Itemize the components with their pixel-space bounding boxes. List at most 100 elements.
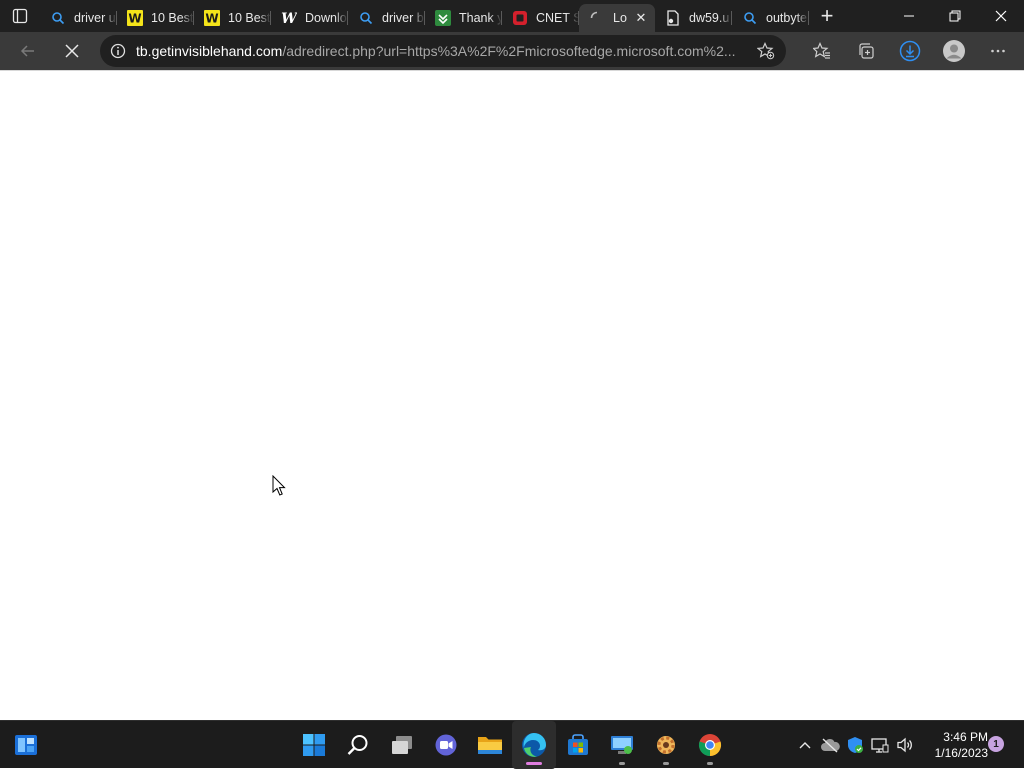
page-content [0,70,1024,720]
tab-title: 10 Best [228,11,271,25]
w-logo-yellow-icon: W [127,10,143,26]
arrow-left-icon [20,45,34,57]
edge-button[interactable] [512,721,556,769]
green-download-icon [435,10,451,26]
profile-button[interactable] [932,35,976,67]
avatar [943,40,965,62]
start-button[interactable] [292,721,336,769]
tab-driver-b[interactable]: driver b [348,4,425,32]
address-bar[interactable]: tb.getinvisiblehand.com/adredirect.php?u… [100,35,786,67]
w-logo-yellow-icon: W [204,10,220,26]
shield-check-icon [847,737,863,753]
running-indicator [526,762,542,765]
task-view-button[interactable] [380,721,424,769]
window-controls [886,0,1024,32]
tab-title: Thank y [459,11,502,25]
tab-title: dw59.u [689,11,730,25]
defender-tray-icon[interactable] [842,721,867,769]
running-indicator [619,762,625,765]
search-icon [742,10,758,26]
tab-outbyte[interactable]: outbyte [732,4,809,32]
loading-spinner-icon [589,10,605,26]
search-button[interactable] [336,721,380,769]
network-tray-icon[interactable] [867,721,892,769]
onedrive-tray-icon[interactable] [817,721,842,769]
tab-title: outbyte [766,11,808,25]
restore-icon [949,10,961,22]
taskbar-apps [292,721,732,769]
windows-logo-icon [303,734,325,756]
star-add-icon [757,42,775,60]
running-indicator [663,762,669,765]
back-button[interactable] [10,35,46,67]
clock-time: 3:46 PM [943,730,988,744]
search-icon [347,735,368,755]
running-indicator [707,762,713,765]
remote-app-button[interactable] [600,721,644,769]
tab-title: driver u [74,11,116,25]
chevron-up-icon [799,742,810,749]
tab-cnet[interactable]: CNET S [502,4,579,32]
stop-icon [65,44,79,58]
tab-actions-icon [12,8,28,24]
chrome-button[interactable] [688,721,732,769]
restore-button[interactable] [932,0,978,32]
clock[interactable]: 3:46 PM 1/16/2023 [922,729,988,761]
toolbar-right [800,35,1020,67]
widgets-icon [15,735,37,755]
store-button[interactable] [556,721,600,769]
clock-date: 1/16/2023 [934,746,988,760]
minimize-button[interactable] [886,0,932,32]
close-icon [995,10,1007,22]
notification-badge[interactable]: 1 [988,736,1004,752]
gear-icon [657,736,675,754]
url-path: /adredirect.php?url=https%3A%2F%2Fmicros… [282,43,736,59]
more-horizontal-icon [991,49,1005,53]
tab-10-best-2[interactable]: W 10 Best [194,4,271,32]
mouse-cursor-icon [272,475,286,496]
favorites-button[interactable] [800,35,844,67]
collections-icon [859,43,874,59]
teams-chat-button[interactable] [424,721,468,769]
settings-app-button[interactable] [644,721,688,769]
svg-text:W: W [128,12,141,26]
tab-title: 10 Best [151,11,194,25]
url-text[interactable]: tb.getinvisiblehand.com/adredirect.php?u… [136,43,746,59]
task-view-icon [392,736,412,754]
plus-icon: + [820,3,834,28]
collections-button[interactable] [844,35,888,67]
tab-actions-button[interactable] [0,0,40,32]
new-tab-button[interactable]: + [809,0,845,32]
tab-dw59[interactable]: dw59.u [655,4,732,32]
close-window-button[interactable] [978,0,1024,32]
folder-icon [478,737,502,754]
svg-text:W: W [281,11,297,26]
show-hidden-icons-button[interactable] [792,721,817,769]
settings-more-button[interactable] [976,35,1020,67]
tab-download[interactable]: W Downlo [271,4,348,32]
add-favorite-button[interactable] [746,42,786,60]
w-logo-blue-icon: W [281,10,297,26]
cloud-offline-icon [820,738,840,753]
volume-tray-icon[interactable] [892,721,917,769]
tab-thank-you[interactable]: Thank y [425,4,502,32]
tab-loading-active[interactable]: Lo ✕ [579,4,655,32]
svg-text:W: W [205,12,218,26]
site-info-button[interactable] [100,43,136,59]
tab-10-best-1[interactable]: W 10 Best [117,4,194,32]
tab-driver-u[interactable]: driver u [40,4,117,32]
tab-title: driver b [382,11,424,25]
downloads-button[interactable] [888,35,932,67]
tab-title: Lo [613,11,627,25]
cnet-icon [512,10,528,26]
widgets-button[interactable] [12,731,42,759]
file-explorer-button[interactable] [468,721,512,769]
url-host: tb.getinvisiblehand.com [136,43,283,59]
close-tab-icon[interactable]: ✕ [633,10,649,26]
teams-chat-icon [435,734,457,756]
network-icon [870,738,888,753]
browser-toolbar: tb.getinvisiblehand.com/adredirect.php?u… [0,32,1024,70]
stop-loading-button[interactable] [54,35,90,67]
speaker-icon [896,737,912,753]
remote-desktop-icon [611,736,633,754]
